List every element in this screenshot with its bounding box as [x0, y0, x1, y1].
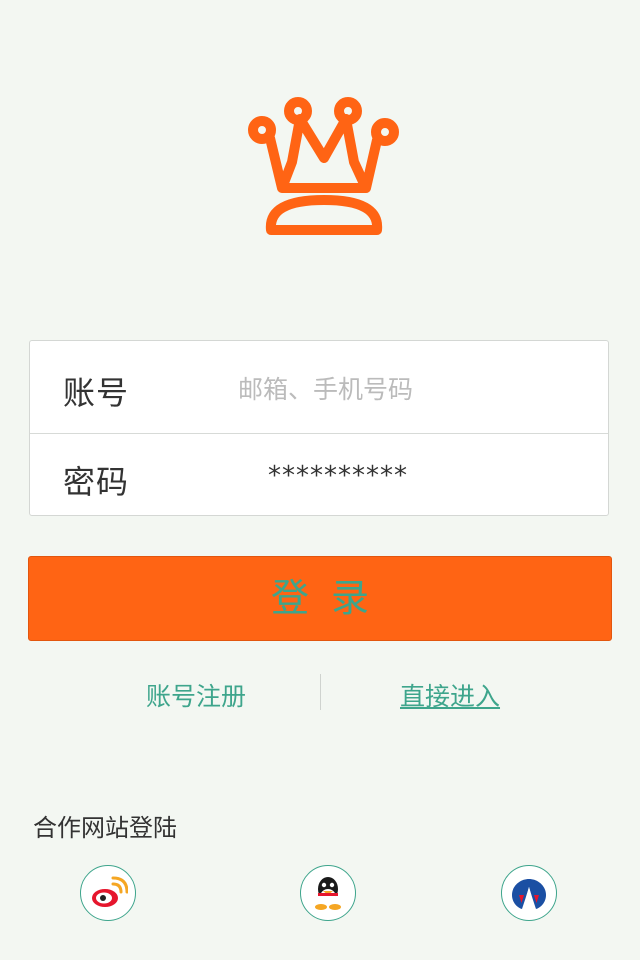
weibo-login-button[interactable]	[80, 865, 136, 921]
crown-logo-icon	[248, 97, 399, 235]
login-button[interactable]: 登录	[28, 556, 612, 641]
qq-login-button[interactable]	[300, 865, 356, 921]
weibo-icon	[92, 876, 128, 907]
login-form: 账号 密码	[29, 340, 609, 516]
renren-icon	[512, 879, 546, 909]
account-input[interactable]	[238, 369, 578, 409]
register-link[interactable]: 账号注册	[146, 677, 246, 713]
link-divider	[320, 674, 321, 710]
direct-enter-link[interactable]: 直接进入	[400, 677, 500, 713]
password-input[interactable]	[268, 456, 608, 496]
partner-login-title: 合作网站登陆	[33, 814, 177, 842]
account-row: 账号	[30, 341, 608, 434]
password-row: 密码	[30, 434, 608, 516]
qq-icon	[315, 877, 341, 910]
account-label: 账号	[63, 374, 130, 412]
password-label: 密码	[63, 463, 130, 501]
renren-login-button[interactable]	[501, 865, 557, 921]
